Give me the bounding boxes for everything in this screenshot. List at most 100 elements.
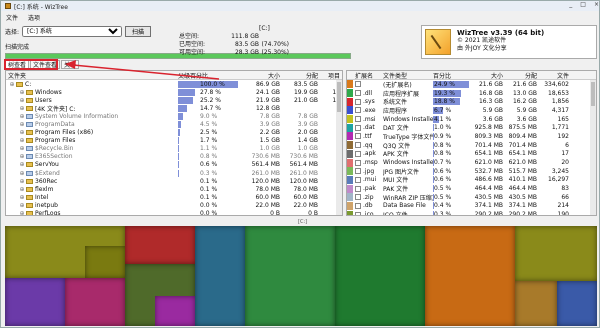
folder-row[interactable]: ⊕ Windows 27.8 % 24.1 GB 19.9 GB 12 [6, 88, 342, 96]
folder-row[interactable]: ⊕ $Extend 0.3 % 261.0 MB 261.0 MB [6, 169, 342, 177]
tab-about[interactable]: 关于 [61, 60, 80, 69]
file-type-row[interactable]: .pak PAK 文件 0.5 % 464.4 MB 464.4 MB 83 [347, 184, 596, 193]
folder-row[interactable]: ⊕ C: 100.0 % 86.9 GB 83.5 GB [6, 80, 342, 88]
file-type-row[interactable]: .ttf TrueType 字体文件 0.9 % 809.3 MB 809.4 … [347, 132, 596, 141]
treemap-block[interactable] [155, 296, 195, 326]
folder-row[interactable]: ⊕ PerfLogs 0.0 % 0 B 0 B [6, 210, 342, 215]
folder-alloc: 60.0 MB [293, 193, 318, 201]
treemap-block[interactable] [515, 226, 597, 281]
type-ext: .apk [363, 150, 376, 158]
expand-icon[interactable]: ⊕ [18, 186, 26, 193]
col-pct[interactable]: 百分比 [433, 71, 471, 80]
parent-pct: 0.1 % [200, 185, 218, 193]
expand-icon[interactable]: ⊕ [18, 161, 26, 168]
expand-icon[interactable]: ⊕ [18, 145, 26, 152]
folder-name: System Volume Information [35, 112, 119, 120]
scan-button[interactable]: 扫描 [125, 25, 152, 37]
treemap-block[interactable] [557, 281, 597, 326]
treemap-block[interactable] [65, 278, 125, 326]
folder-row[interactable]: ⊕ ProgramData 4.5 % 3.9 GB 3.9 GB [6, 120, 342, 129]
type-pct-bar: 0.5 % [433, 185, 471, 193]
folder-row[interactable]: ⊕ E365Section 0.8 % 730.6 MB 730.6 MB [6, 153, 342, 161]
col-folder[interactable]: 文件夹 [6, 71, 178, 80]
col-type[interactable]: 文件类型 [383, 71, 433, 80]
expand-icon[interactable]: ⊕ [18, 89, 26, 96]
drive-select-label: 选择: [5, 28, 20, 36]
type-scrollbar[interactable] [590, 80, 596, 215]
file-type-row[interactable]: (无扩展名) 24.9 % 21.6 GB 21.6 GB 334,602 [347, 80, 596, 89]
folder-row[interactable]: ⊕ Program Files (x86) 2.5 % 2.2 GB 2.0 G… [6, 129, 342, 137]
treemap-block[interactable] [125, 226, 195, 264]
type-pct-bar: 0.7 % [433, 159, 471, 167]
treemap-block[interactable] [5, 278, 65, 326]
treemap-view[interactable] [5, 226, 597, 326]
folder-row[interactable]: ⊕ 360Rec 0.1 % 120.0 MB 120.0 MB [6, 177, 342, 185]
expand-icon[interactable]: ⊕ [18, 137, 26, 144]
expand-icon[interactable]: ⊕ [18, 202, 26, 209]
file-type-row[interactable]: .db Data Base File 0.4 % 374.1 MB 374.1 … [347, 201, 596, 211]
file-type-row[interactable]: .exe 应用程序 6.7 % 5.9 GB 5.9 GB 4,317 [347, 106, 596, 115]
col-parent-pct[interactable]: 父级百分比 [178, 71, 240, 80]
file-type-row[interactable]: .msp Windows Installer 0.7 % 621.0 MB 62… [347, 158, 596, 167]
folder-tree-panel: 文件夹 父级百分比 大小 分配 项目 ⊕ C: 100.0 % 86.9 GB … [5, 70, 343, 216]
parent-pct: 2.5 % [200, 129, 218, 137]
expand-icon[interactable]: ⊕ [8, 81, 16, 88]
maximize-button[interactable]: □ [580, 1, 586, 8]
parent-pct: 14.7 % [200, 104, 221, 112]
treemap-block[interactable] [85, 246, 125, 278]
folder-row[interactable]: ⊕ System Volume Information 9.0 % 7.8 GB… [6, 112, 342, 120]
treemap-block[interactable] [245, 226, 335, 326]
col-items[interactable]: 项目 [318, 71, 340, 80]
close-button[interactable]: × [594, 1, 599, 8]
folder-row[interactable]: ⊕ [4K 文件夹] C: 14.7 % 12.8 GB [6, 104, 342, 113]
file-type-row[interactable]: .qq Q3Q 文件 0.8 % 701.4 MB 701.4 MB 6 [347, 141, 596, 150]
treemap-block[interactable] [335, 226, 425, 326]
file-type-row[interactable]: .mui MUI 文件 0.6 % 486.6 MB 410.1 MB 16,2… [347, 175, 596, 184]
file-type-row[interactable]: .dll 应用程序扩展 19.3 % 16.8 GB 13.0 GB 18,65… [347, 89, 596, 98]
col-alloc[interactable]: 分配 [503, 71, 537, 80]
expand-icon[interactable]: ⊕ [18, 194, 26, 201]
expand-icon[interactable]: ⊕ [18, 105, 26, 112]
col-size[interactable]: 大小 [471, 71, 503, 80]
treemap-block[interactable] [425, 226, 515, 326]
drive-select[interactable]: [C:] 系统 [22, 25, 123, 37]
menu-file[interactable]: 文件 [6, 13, 18, 22]
file-type-row[interactable]: .apk APK 文件 0.8 % 654.1 MB 654.1 MB 17 [347, 149, 596, 158]
folder-row[interactable]: ⊕ flexlm 0.1 % 78.0 MB 78.0 MB [6, 185, 342, 193]
type-name: TrueType 字体文件 [383, 133, 433, 141]
col-size[interactable]: 大小 [240, 71, 280, 80]
folder-row[interactable]: ⊕ $Recycle.Bin 1.1 % 1.0 GB 1.0 GB [6, 145, 342, 153]
expand-icon[interactable]: ⊕ [18, 210, 26, 215]
col-ext[interactable]: 扩展名 [355, 71, 383, 80]
file-type-row[interactable]: .dat DAT 文件 1.0 % 925.8 MB 875.5 MB 1,77… [347, 123, 596, 132]
menu-options[interactable]: 选项 [28, 13, 40, 22]
expand-icon[interactable]: ⊕ [18, 170, 26, 177]
file-type-row[interactable]: .ico ICO 文件 0.3 % 290.2 MB 290.2 MB 190 [347, 210, 596, 215]
file-type-row[interactable]: .zip WinRAR ZIP 压缩文件 0.5 % 430.5 MB 430.… [347, 193, 596, 202]
treemap-block[interactable] [515, 281, 557, 326]
parent-pct: 0.1 % [200, 193, 218, 201]
folder-row[interactable]: ⊕ Program Files 1.7 % 1.5 GB 1.4 GB [6, 137, 342, 145]
expand-icon[interactable]: ⊕ [18, 121, 26, 128]
expand-icon[interactable]: ⊕ [18, 97, 26, 104]
type-name: 应用程序 [383, 107, 408, 115]
expand-icon[interactable]: ⊕ [18, 178, 26, 185]
treemap-block[interactable] [195, 226, 245, 326]
folder-name: ServYou [35, 161, 59, 169]
type-pct: 0.6 % [434, 167, 452, 175]
expand-icon[interactable]: ⊕ [18, 113, 26, 120]
parent-pct-bar: 0.1 % [178, 177, 240, 185]
file-type-row[interactable]: .sys 系统文件 18.8 % 16.3 GB 16.2 GB 1,856 [347, 97, 596, 106]
col-alloc[interactable]: 分配 [280, 71, 318, 80]
file-type-row[interactable]: .msi Windows Installer 4.1 % 3.6 GB 3.6 … [347, 115, 596, 124]
parent-pct-bar: 0.3 % [178, 169, 240, 177]
folder-row[interactable]: ⊕ inetpub 0.0 % 22.0 MB 22.0 MB [6, 201, 342, 209]
col-files[interactable]: 文件 [537, 71, 569, 80]
folder-scrollbar[interactable] [336, 80, 342, 215]
file-type-row[interactable]: .jpg JPG 图片文件 0.6 % 532.7 MB 515.7 MB 3,… [347, 167, 596, 176]
expand-icon[interactable]: ⊕ [18, 129, 26, 136]
expand-icon[interactable]: ⊕ [18, 153, 26, 160]
minimize-button[interactable]: _ [569, 1, 572, 8]
folder-row[interactable]: ⊕ ServYou 0.6 % 561.4 MB 561.4 MB [6, 161, 342, 169]
folder-row[interactable]: ⊕ Intel 0.1 % 60.0 MB 60.0 MB [6, 193, 342, 201]
